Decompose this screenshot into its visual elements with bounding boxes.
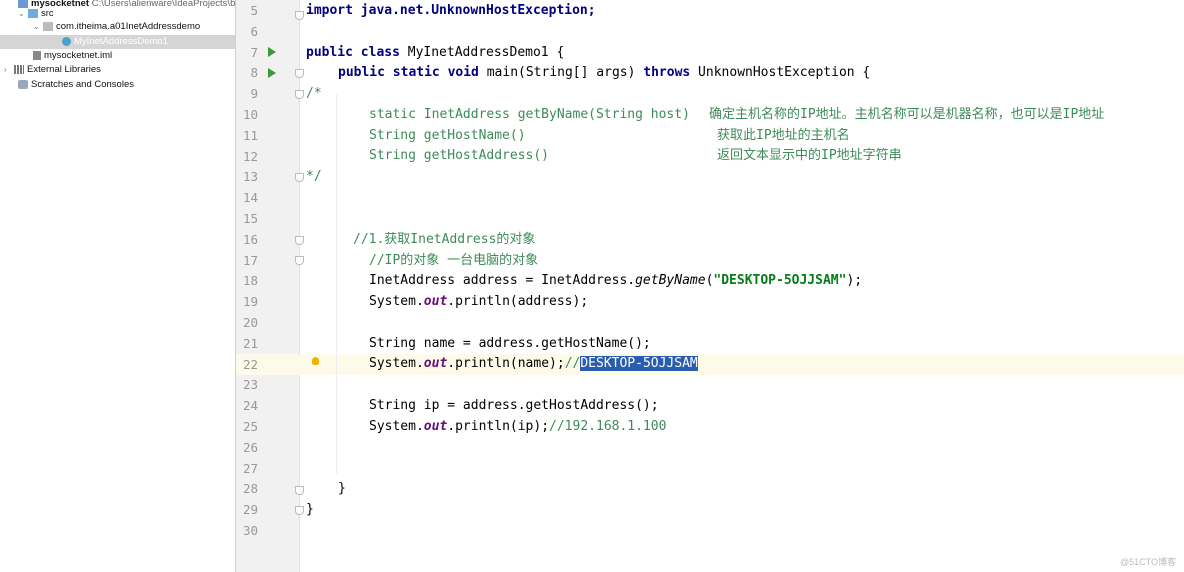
fold-icon[interactable]: [295, 173, 304, 182]
code-line-13[interactable]: */: [306, 167, 322, 188]
tree-item-scratches[interactable]: Scratches and Consoles: [0, 78, 235, 92]
fold-icon[interactable]: [295, 486, 304, 495]
line-number: 23: [242, 377, 258, 393]
line-number: 6: [250, 23, 258, 39]
fold-icon[interactable]: [295, 256, 304, 265]
comment-12: 返回文本显示中的IP地址字符串: [717, 148, 902, 163]
tree-item-class[interactable]: MyInetAddressDemo1: [0, 35, 235, 49]
line-number: 17: [242, 252, 258, 268]
comment-10: 确定主机名称的IP地址。主机名称可以是机器名称，也可以是IP地址: [709, 107, 1105, 122]
code-line-18[interactable]: InetAddress address = InetAddress.getByN…: [369, 271, 862, 292]
code-line-11[interactable]: String getHostName(): [369, 126, 526, 147]
line-number: 28: [242, 481, 258, 497]
code-line-17[interactable]: //IP的对象 一台电脑的对象: [369, 251, 538, 272]
class-icon: [62, 36, 71, 46]
line-number: 29: [242, 502, 258, 518]
code-line-5[interactable]: import java.net.UnknownHostException;: [306, 1, 596, 22]
line-number: 26: [242, 439, 258, 455]
code-line-19[interactable]: System.out.println(address);: [369, 292, 588, 313]
line-number: 15: [242, 211, 258, 226]
code-line-10[interactable]: static InetAddress getByName(String host…: [369, 105, 690, 126]
line-number: 24: [242, 398, 258, 414]
code-line-16[interactable]: //1.获取InetAddress的对象: [353, 230, 535, 251]
indent-guide: [336, 94, 337, 474]
chevron-right-icon[interactable]: ›: [4, 63, 14, 77]
tree-item-package[interactable]: ⌄ com.itheima.a01InetAddressdemo: [0, 20, 235, 34]
folder-icon: [28, 8, 38, 18]
fold-icon[interactable]: [295, 236, 304, 245]
code-line-8[interactable]: public static void main(String[] args) t…: [338, 63, 870, 84]
line-number: 9: [250, 86, 258, 102]
line-number: 10: [242, 107, 258, 122]
code-line-25[interactable]: System.out.println(ip);//192.168.1.100: [369, 417, 666, 438]
tree-item-libraries[interactable]: › External Libraries: [0, 63, 235, 77]
file-icon: [33, 50, 41, 60]
fold-icon[interactable]: [295, 69, 304, 78]
lightbulb-icon[interactable]: [312, 357, 319, 365]
fold-icon[interactable]: [295, 506, 304, 515]
selected-text[interactable]: DESKTOP-5OJJSAM: [580, 356, 698, 371]
line-number: 13: [242, 169, 258, 185]
libraries-icon: [14, 64, 24, 74]
line-number: 22: [242, 356, 258, 372]
line-number: 11: [242, 127, 258, 143]
code-line-22[interactable]: System.out.println(name);//DESKTOP-5OJJS…: [369, 354, 698, 375]
line-number: 12: [242, 148, 258, 164]
line-number: 27: [242, 460, 258, 476]
comment-11: 获取此IP地址的主机名: [717, 128, 850, 143]
line-number: 8: [250, 65, 258, 81]
line-number: 5: [250, 3, 258, 18]
chevron-down-icon[interactable]: ⌄: [18, 7, 28, 21]
line-number: 18: [242, 273, 258, 289]
code-line-12[interactable]: String getHostAddress(): [369, 146, 549, 167]
line-number: 14: [242, 190, 258, 206]
code-line-24[interactable]: String ip = address.getHostAddress();: [369, 396, 659, 417]
watermark: @51CTO博客: [1120, 557, 1176, 567]
run-main-icon[interactable]: [268, 68, 276, 78]
package-icon: [43, 21, 53, 31]
code-line-28[interactable]: }: [338, 479, 346, 500]
code-line-9[interactable]: /*: [306, 84, 322, 105]
line-number: 7: [250, 44, 258, 60]
tree-item-iml[interactable]: mysocketnet.iml: [0, 49, 235, 63]
fold-icon[interactable]: [295, 90, 304, 99]
fold-icon[interactable]: [295, 11, 304, 20]
chevron-down-icon[interactable]: ⌄: [33, 20, 43, 34]
tree-item-src[interactable]: ⌄ src: [0, 7, 235, 21]
line-number: 21: [242, 335, 258, 351]
code-line-29[interactable]: }: [306, 500, 314, 521]
line-number: 30: [242, 523, 258, 538]
code-line-21[interactable]: String name = address.getHostName();: [369, 334, 651, 355]
line-number: 19: [242, 294, 258, 310]
line-number: 16: [242, 231, 258, 247]
line-number: 20: [242, 315, 258, 330]
scratches-icon: [18, 79, 28, 89]
line-number: 25: [242, 419, 258, 434]
code-line-7[interactable]: public class MyInetAddressDemo1 {: [306, 43, 564, 64]
project-sidebar: mysocketnet C:\Users\alienware\IdeaProje…: [0, 0, 236, 572]
run-class-icon[interactable]: [268, 47, 276, 57]
